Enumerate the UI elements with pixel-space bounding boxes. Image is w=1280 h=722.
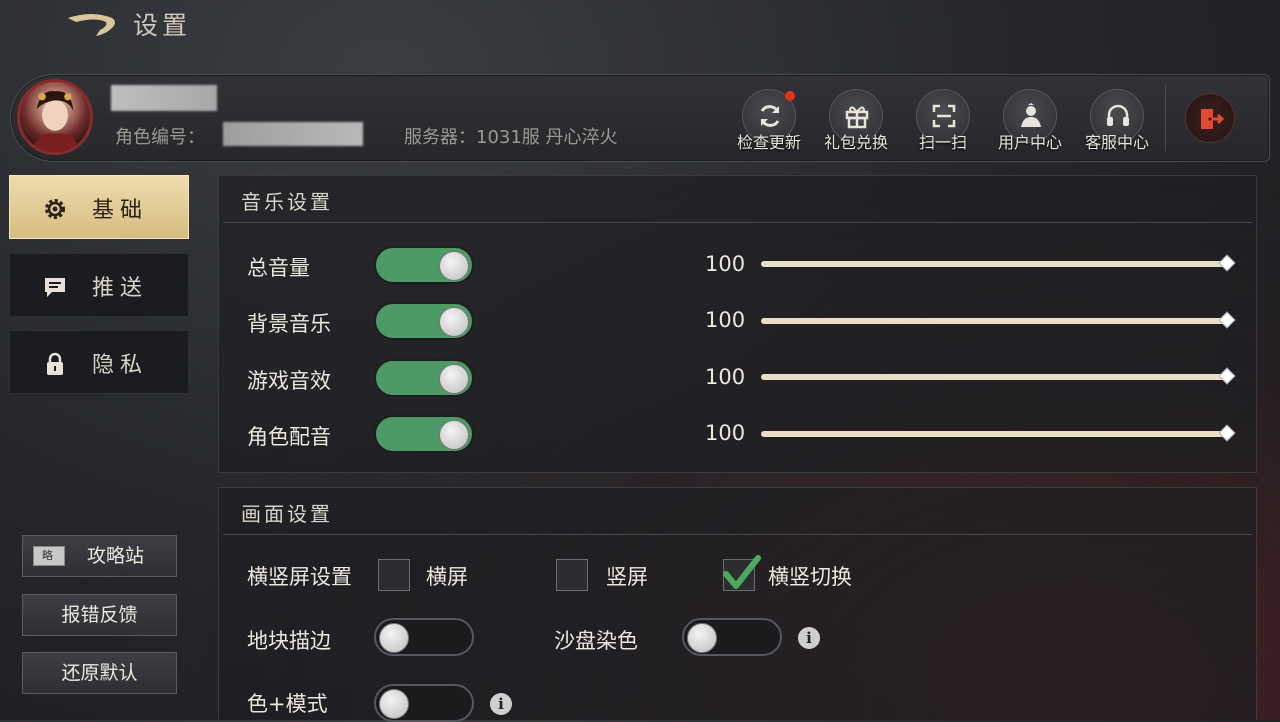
music-settings-panel: 音乐设置 总音量 100 背景音乐 100 游戏音效 100 角色配音 100 — [218, 175, 1257, 473]
lock-icon — [47, 352, 63, 375]
info-icon[interactable]: i — [490, 693, 512, 715]
sandbox-color-label: 沙盘染色 — [554, 629, 638, 653]
user-center-button[interactable]: 用户中心 — [986, 89, 1074, 155]
gift-redeem-button[interactable]: 礼包兑换 — [812, 89, 900, 155]
update-badge — [785, 91, 795, 101]
server-info: 服务器：1031服 丹心淬火 — [404, 127, 618, 148]
player-name-redacted — [111, 85, 217, 111]
gift-redeem-label: 礼包兑换 — [823, 133, 888, 152]
sfx-slider[interactable] — [761, 367, 1236, 385]
tab-basic-label: 基础 — [92, 198, 149, 223]
report-bug-button[interactable]: 报错反馈 — [22, 594, 177, 636]
message-icon — [45, 278, 65, 297]
customer-service-label: 客服中心 — [1084, 133, 1149, 152]
slider-thumb[interactable] — [1218, 254, 1236, 272]
gear-icon — [45, 199, 65, 219]
scan-label: 扫一扫 — [918, 133, 967, 152]
bgm-value: 100 — [705, 308, 746, 332]
refresh-icon — [760, 105, 780, 127]
portrait-image — [32, 91, 79, 152]
tab-push[interactable]: 推送 — [9, 253, 189, 317]
title-bar: 设置 — [0, 0, 1280, 46]
profile-bar: 角色编号： 服务器：1031服 丹心淬火 检查更新 礼包兑换 扫一扫 用户中心 … — [10, 74, 1270, 162]
customer-service-button[interactable]: 客服中心 — [1073, 89, 1161, 155]
restore-default-button[interactable]: 还原默认 — [22, 652, 177, 694]
guide-site-button[interactable]: 略 攻略站 — [22, 535, 177, 577]
tab-basic[interactable]: 基础 — [9, 175, 189, 239]
check-update-label: 检查更新 — [736, 133, 801, 152]
voice-slider[interactable] — [761, 424, 1236, 442]
sfx-toggle[interactable] — [374, 359, 474, 397]
avatar[interactable] — [17, 79, 93, 155]
role-id-label: 角色编号： — [115, 127, 205, 148]
display-settings-panel: 画面设置 横竖屏设置 横屏 竖屏 横竖切换 地块描边 沙盘染色 i 色+模式 i — [218, 487, 1257, 722]
gift-icon — [845, 106, 869, 129]
divider — [223, 222, 1252, 223]
toggle-knob — [379, 623, 409, 653]
sandbox-color-toggle[interactable] — [682, 618, 782, 656]
toggle-knob — [439, 420, 469, 450]
voice-toggle[interactable] — [374, 415, 474, 453]
music-settings-title: 音乐设置 — [241, 190, 333, 214]
color-plus-toggle[interactable] — [374, 684, 474, 722]
back-arrow-icon[interactable] — [62, 8, 122, 42]
toggle-knob — [439, 251, 469, 281]
divider — [1165, 85, 1166, 151]
slider-thumb[interactable] — [1218, 311, 1236, 329]
user-icon — [1021, 103, 1041, 127]
scan-icon — [932, 104, 956, 128]
slider-thumb[interactable] — [1218, 424, 1236, 442]
page-title: 设置 — [133, 11, 192, 40]
headset-icon — [1107, 104, 1129, 126]
toggle-knob — [439, 364, 469, 394]
voice-value: 100 — [705, 421, 746, 445]
role-id-redacted — [223, 122, 363, 146]
landscape-checkbox[interactable] — [378, 559, 410, 591]
tile-outline-label: 地块描边 — [247, 629, 331, 653]
bgm-label: 背景音乐 — [247, 312, 331, 336]
master-volume-slider[interactable] — [761, 254, 1236, 272]
user-center-label: 用户中心 — [997, 133, 1062, 152]
master-volume-value: 100 — [705, 252, 746, 276]
guide-site-label: 攻略站 — [87, 545, 145, 567]
sfx-label: 游戏音效 — [247, 369, 331, 393]
info-icon[interactable]: i — [798, 627, 820, 649]
divider — [223, 534, 1252, 535]
checkmark-icon — [723, 555, 761, 589]
sfx-value: 100 — [705, 365, 746, 389]
tab-privacy-label: 隐私 — [92, 353, 149, 378]
guide-icon: 略 — [33, 546, 65, 566]
master-volume-toggle[interactable] — [374, 246, 474, 284]
auto-rotate-checkbox[interactable] — [723, 555, 761, 591]
portrait-checkbox[interactable] — [556, 559, 588, 591]
toggle-knob — [439, 307, 469, 337]
master-volume-label: 总音量 — [247, 256, 310, 280]
tile-outline-toggle[interactable] — [374, 618, 474, 656]
tab-privacy[interactable]: 隐私 — [9, 330, 189, 394]
bgm-toggle[interactable] — [374, 302, 474, 340]
display-settings-title: 画面设置 — [241, 502, 333, 526]
exit-button[interactable] — [1185, 93, 1235, 143]
landscape-label: 横屏 — [426, 565, 468, 589]
portrait-label: 竖屏 — [606, 565, 648, 589]
toggle-knob — [687, 623, 717, 653]
slider-thumb[interactable] — [1218, 367, 1236, 385]
check-update-button[interactable]: 检查更新 — [725, 89, 813, 155]
orientation-label: 横竖屏设置 — [247, 565, 352, 589]
auto-rotate-label: 横竖切换 — [768, 565, 852, 589]
scan-button[interactable]: 扫一扫 — [899, 89, 987, 155]
color-plus-label: 色+模式 — [247, 692, 328, 716]
exit-icon — [1201, 109, 1224, 129]
toggle-knob — [379, 689, 409, 719]
tab-push-label: 推送 — [92, 276, 149, 301]
voice-label: 角色配音 — [247, 425, 331, 449]
bgm-slider[interactable] — [761, 311, 1236, 329]
